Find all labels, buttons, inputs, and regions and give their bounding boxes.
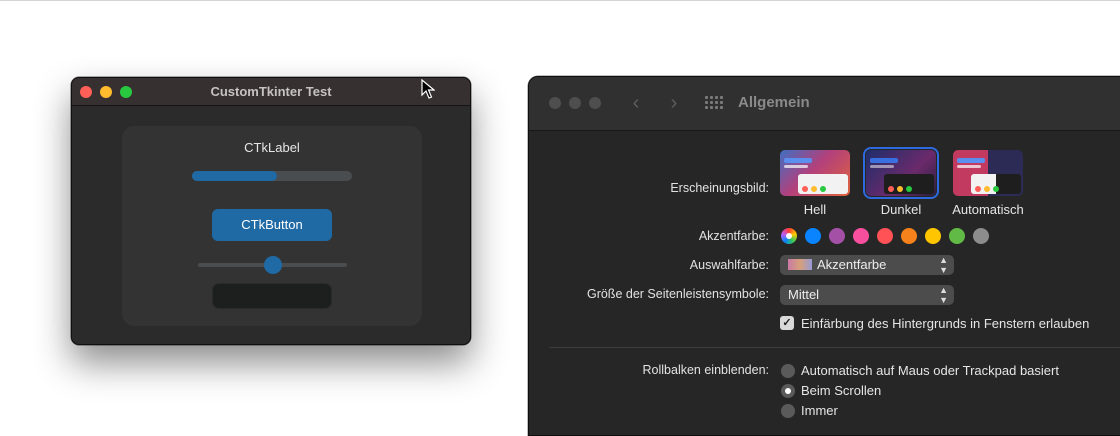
appearance-dark-label[interactable]: Dunkel — [856, 202, 946, 217]
accent-swatch[interactable] — [805, 228, 821, 244]
scrollbars-radio-auto-label[interactable]: Automatisch auf Maus oder Trackpad basie… — [801, 363, 1059, 378]
tinting-checkbox-label[interactable]: Einfärbung des Hintergrunds in Fenstern … — [801, 316, 1089, 331]
top-divider — [0, 0, 1120, 1]
appearance-auto-thumbnail[interactable] — [953, 150, 1023, 196]
color-sample-icon — [788, 259, 812, 270]
ctk-label: CTkLabel — [244, 140, 300, 155]
appearance-label: Erscheinungsbild: — [670, 181, 769, 195]
prefs-title: Allgemein — [738, 94, 810, 111]
accent-swatch[interactable] — [901, 228, 917, 244]
accent-swatch[interactable] — [829, 228, 845, 244]
appearance-dark-thumbnail[interactable] — [863, 147, 939, 199]
ctk-window: CustomTkinter Test CTkLabel CTkButton — [71, 77, 471, 345]
scrollbars-radio-always-label[interactable]: Immer — [801, 403, 838, 418]
sidebar-size-popup[interactable]: Mittel ▲ ▼ — [780, 285, 954, 305]
slider-knob[interactable] — [263, 256, 282, 274]
close-icon[interactable] — [549, 97, 561, 109]
progress-fill — [192, 171, 277, 181]
scrollbars-radio-auto[interactable] — [781, 364, 795, 378]
sidebar-size-value: Mittel — [788, 287, 820, 302]
scrollbars-label: Rollbalken einblenden: — [642, 363, 769, 377]
ctk-entry[interactable] — [212, 283, 332, 309]
appearance-light-label[interactable]: Hell — [770, 202, 860, 217]
scrollbars-radio-scrolling-label[interactable]: Beim Scrollen — [801, 383, 881, 398]
prefs-toolbar[interactable]: ‹ › Allgemein — [529, 77, 1120, 131]
ctk-button[interactable]: CTkButton — [212, 209, 332, 241]
window-title: CustomTkinter Test — [210, 84, 332, 99]
accent-swatch[interactable] — [853, 228, 869, 244]
ctk-frame: CTkLabel CTkButton — [122, 126, 422, 326]
scrollbars-radio-always[interactable] — [781, 404, 795, 418]
ctk-titlebar[interactable]: CustomTkinter Test — [72, 78, 470, 106]
slider-track[interactable] — [198, 256, 347, 274]
scrollbars-radio-scrolling[interactable] — [781, 384, 795, 398]
back-icon[interactable]: ‹ — [626, 92, 646, 114]
highlight-color-value: Akzentfarbe — [817, 257, 887, 272]
mouse-pointer-icon — [421, 79, 435, 99]
accent-swatch-multicolor[interactable] — [781, 228, 797, 244]
progress-bar — [192, 171, 352, 181]
minimize-icon[interactable] — [569, 97, 581, 109]
appearance-light-thumbnail[interactable] — [780, 150, 850, 196]
sidebar-size-label: Größe der Seitenleistensymbole: — [586, 287, 769, 301]
updown-chevron-icon: ▲ ▼ — [939, 255, 948, 275]
highlight-color-popup[interactable]: Akzentfarbe ▲ ▼ — [780, 255, 954, 275]
accent-swatch[interactable] — [925, 228, 941, 244]
appearance-auto-label[interactable]: Automatisch — [943, 202, 1033, 217]
tinting-checkbox[interactable]: ✓ — [780, 316, 794, 330]
zoom-icon[interactable] — [589, 97, 601, 109]
accent-swatch[interactable] — [949, 228, 965, 244]
updown-chevron-icon: ▲ ▼ — [939, 285, 948, 305]
highlight-color-label: Auswahlfarbe: — [689, 258, 769, 272]
forward-icon[interactable]: › — [664, 92, 684, 114]
system-preferences-window: ‹ › Allgemein Erscheinungsbild: Hell Dun… — [528, 76, 1120, 436]
section-divider — [549, 347, 1120, 348]
accent-swatch[interactable] — [973, 228, 989, 244]
grid-icon[interactable] — [705, 96, 723, 112]
accent-swatch[interactable] — [877, 228, 893, 244]
accent-color-label: Akzentfarbe: — [698, 229, 769, 243]
